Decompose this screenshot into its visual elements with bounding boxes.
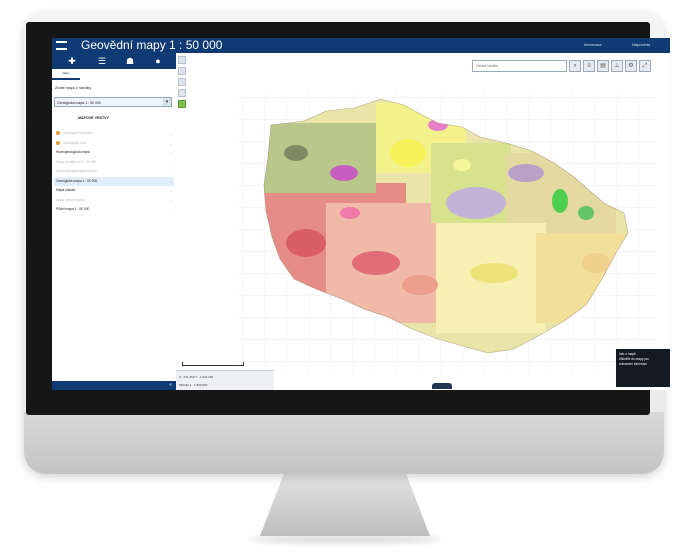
map-toolbar-left <box>178 56 186 111</box>
layer-label: Hydrogeologická mapa <box>56 150 90 154</box>
layer-menu-icon[interactable]: – <box>170 129 172 139</box>
settings-icon[interactable]: ⚙ <box>625 60 637 72</box>
sidebar-footer: « <box>52 381 176 390</box>
layer-row[interactable]: Mapa geofaktorů 1 : 50 000 – <box>54 158 174 168</box>
layer-status-dot <box>56 140 60 145</box>
layer-row[interactable]: Půdní mapa 1 : 50 000 – <box>54 205 174 215</box>
info-popup-line: zobrazení informací <box>619 362 647 366</box>
layer-row[interactable]: Geologická mapa 1 : 50 000 – <box>54 176 174 187</box>
layer-menu-icon[interactable]: – <box>170 158 172 168</box>
zoom-in-button[interactable] <box>178 56 186 64</box>
screen: Geovědní mapy 1 : 50 000 Informace Nápov… <box>52 38 670 390</box>
filter-icon[interactable]: ☰ <box>96 55 108 67</box>
layer-menu-icon[interactable]: – <box>170 148 172 158</box>
layer-menu-icon[interactable]: – <box>170 186 172 196</box>
monitor-stand <box>260 474 430 536</box>
monitor-chin <box>24 412 664 474</box>
layer-row[interactable]: Geologické linie – <box>54 139 174 149</box>
logo <box>56 41 67 50</box>
layer-row[interactable]: Mapa ložisek – <box>54 186 174 196</box>
layer-menu-icon[interactable]: – <box>170 139 172 149</box>
map-select[interactable]: Geologická mapa 1 : 50 000 ▾ <box>54 97 172 107</box>
layer-status-dot <box>56 131 60 136</box>
zoom-out-button[interactable] <box>178 67 186 75</box>
print-icon[interactable]: ▤ <box>597 60 609 72</box>
sidebar: ✚ ☰ ☗ ● Mapy Zvolte mapu z nabídky Geolo… <box>52 53 177 390</box>
expand-handle[interactable] <box>432 383 452 389</box>
collapse-icon[interactable]: « <box>169 382 172 388</box>
binoculars-icon[interactable]: ☗ <box>124 55 136 67</box>
layers-icon[interactable]: ≡ <box>583 60 595 72</box>
layer-label: Geologická mapa 1 : 50 000 <box>56 178 98 183</box>
layer-label: Inženýrskogeologická mapa <box>56 169 97 173</box>
header-link-info[interactable]: Informace <box>584 42 602 47</box>
layer-menu-icon[interactable]: – <box>170 196 172 206</box>
tab-maps[interactable]: Mapy <box>52 69 80 80</box>
search-input[interactable]: Hledat lokalitu <box>472 60 567 72</box>
chevron-down-icon[interactable]: ▾ <box>163 98 171 106</box>
layer-list: Geologické jednotky – Geologické linie – Hyd… <box>54 129 174 215</box>
layer-toggle-button[interactable] <box>178 100 186 108</box>
layer-row[interactable]: Mapa geochemická – <box>54 196 174 206</box>
map-select-value: Geologická mapa 1 : 50 000 <box>57 101 101 105</box>
map-canvas[interactable] <box>176 53 670 390</box>
info-popup: Info o mapě Klikněte do mapy pro zobraze… <box>616 349 670 387</box>
layer-row[interactable]: Hydrogeologická mapa – <box>54 148 174 158</box>
layer-label: Mapa ložisek <box>56 188 76 192</box>
fullscreen-icon[interactable]: ⤢ <box>639 60 651 72</box>
app-header: Geovědní mapy 1 : 50 000 Informace Nápov… <box>52 38 670 53</box>
coordinate-panel: X: -741 253 Y: -1 043 118 Měřítko 1 : 1 … <box>176 370 274 390</box>
measure-icon[interactable]: ⟂ <box>611 60 623 72</box>
info-icon[interactable]: ● <box>152 55 164 67</box>
layer-menu-icon[interactable]: – <box>170 177 172 187</box>
locate-button[interactable] <box>178 89 186 97</box>
home-button[interactable] <box>178 78 186 86</box>
layer-label: Geologické linie <box>63 140 87 145</box>
layer-label: Mapa geochemická <box>56 197 85 202</box>
layer-label: Geologické jednotky <box>63 131 93 135</box>
section-label: MAPOVÉ VRSTVY <box>78 116 109 120</box>
search-icon[interactable]: ⌕ <box>569 60 581 72</box>
layer-label: Mapa geofaktorů 1 : 50 000 <box>56 159 97 164</box>
scale-bar <box>182 362 244 366</box>
sidebar-heading: Zvolte mapu z nabídky <box>55 86 92 90</box>
layer-row[interactable]: Geologické jednotky – <box>54 129 174 139</box>
header-link-help[interactable]: Nápověda <box>632 42 650 47</box>
scale-readout: Měřítko 1 : 1 800 000 <box>179 383 208 387</box>
layer-menu-icon[interactable]: – <box>170 167 172 177</box>
layer-menu-icon[interactable]: – <box>170 205 172 215</box>
layer-row[interactable]: Inženýrskogeologická mapa – <box>54 167 174 177</box>
page-title: Geovědní mapy 1 : 50 000 <box>81 38 223 52</box>
plus-icon[interactable]: ✚ <box>66 55 78 67</box>
layer-label: Půdní mapa 1 : 50 000 <box>56 207 90 211</box>
sidebar-tabs: ✚ ☰ ☗ ● <box>52 53 176 69</box>
map-area[interactable]: Hledat lokalitu ⌕ ≡ ▤ ⟂ ⚙ ⤢ X: -741 253 … <box>176 53 670 390</box>
coordinate-readout: X: -741 253 Y: -1 043 118 <box>179 375 213 379</box>
